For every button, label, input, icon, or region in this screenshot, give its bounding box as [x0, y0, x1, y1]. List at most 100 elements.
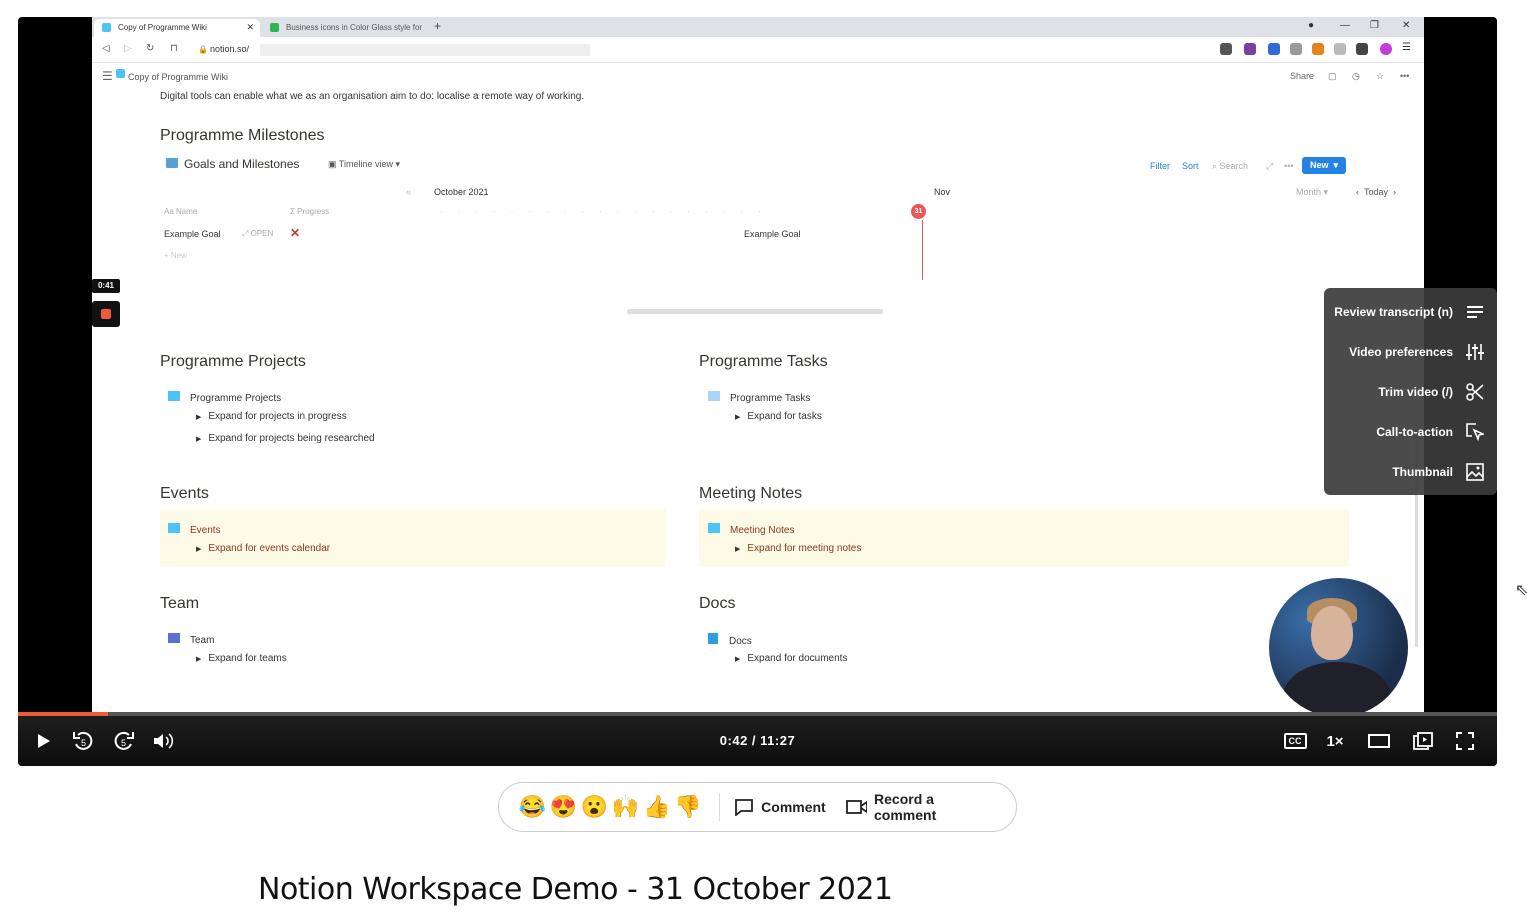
toggle-tasks[interactable]: Expand for tasks: [735, 411, 821, 422]
new-button[interactable]: New ▾: [1302, 157, 1347, 174]
tasks-db-link[interactable]: Programme Tasks: [708, 391, 810, 404]
favorite-icon[interactable]: ☆: [1376, 71, 1384, 82]
docs-db-icon: [708, 633, 718, 644]
reload-icon[interactable]: ↻: [146, 43, 154, 54]
profile-icon[interactable]: ●: [1308, 20, 1314, 31]
recording-timer: 0:41: [92, 279, 120, 293]
toggle-docs[interactable]: Expand for documents: [735, 653, 847, 664]
tab-label: Copy of Programme Wiki: [118, 23, 207, 32]
image-icon: [1465, 462, 1485, 482]
db-title-goals[interactable]: Goals and Milestones: [166, 157, 299, 171]
theater-mode-icon[interactable]: [1366, 730, 1392, 752]
toggle-meetings[interactable]: Expand for meeting notes: [735, 543, 861, 554]
toggle-team[interactable]: Expand for teams: [196, 653, 286, 664]
menu-review-transcript[interactable]: Review transcript (n): [1334, 298, 1485, 326]
row-open-label: OPEN: [250, 229, 274, 238]
events-db-label: Events: [190, 525, 221, 536]
stop-recording-button[interactable]: [92, 301, 120, 327]
toggle-projects-researched[interactable]: Expand for projects being researched: [196, 433, 374, 444]
extension-metamask-icon[interactable]: [1312, 43, 1324, 55]
notion-favicon-icon: [102, 23, 111, 32]
share-button[interactable]: Share: [1290, 71, 1314, 81]
record-comment-button[interactable]: Record a comment: [845, 791, 996, 823]
speed-button[interactable]: 1×: [1322, 730, 1348, 752]
user-avatar-icon[interactable]: [1380, 43, 1392, 55]
comments-icon[interactable]: ▢: [1328, 71, 1337, 82]
docs-db-link[interactable]: Docs: [708, 633, 752, 647]
new-tab-button[interactable]: +: [434, 19, 441, 33]
more-icon[interactable]: •••: [1400, 71, 1409, 81]
fullscreen-icon[interactable]: [1452, 730, 1478, 752]
notion-page-title[interactable]: Copy of Programme Wiki: [128, 72, 228, 82]
menu-thumbnail[interactable]: Thumbnail: [1392, 458, 1485, 486]
reaction-thumbs-up[interactable]: 👍: [641, 794, 672, 820]
timeline-scrollbar[interactable]: [627, 309, 883, 314]
bookmark-icon[interactable]: ⊓: [170, 43, 178, 54]
close-tab-icon[interactable]: ✕: [246, 22, 254, 33]
extension-calendar-icon[interactable]: [1244, 43, 1256, 55]
next-month-label: Nov: [934, 187, 951, 197]
toggle-events[interactable]: Expand for events calendar: [196, 543, 330, 554]
menu-call-to-action[interactable]: Call-to-action: [1376, 418, 1485, 446]
close-window-icon[interactable]: ✕: [1402, 20, 1410, 31]
browser-tab-inactive[interactable]: Business icons in Color Glass style for: [262, 19, 426, 37]
today-button[interactable]: ‹ Today ›: [1356, 187, 1396, 197]
events-db-link[interactable]: Events: [168, 523, 221, 536]
filter-button[interactable]: Filter: [1150, 161, 1170, 171]
search-button[interactable]: ⌕ Search: [1212, 161, 1248, 172]
menu-label: Call-to-action: [1376, 425, 1453, 439]
timeline-bar-label[interactable]: Example Goal: [744, 229, 801, 239]
extension-translate-icon[interactable]: [1268, 43, 1280, 55]
meetings-db-icon: [708, 523, 720, 533]
browser-tab-active[interactable]: Copy of Programme Wiki ✕: [94, 19, 260, 37]
menu-label: Review transcript (n): [1334, 305, 1453, 319]
row-example-goal[interactable]: Example Goal: [164, 229, 221, 239]
reaction-raised-hands[interactable]: 🙌: [610, 794, 641, 820]
month-select-label: Month: [1296, 187, 1322, 197]
comment-button[interactable]: Comment: [734, 798, 826, 816]
url-text[interactable]: notion.so/: [210, 44, 249, 54]
new-row-button[interactable]: + New: [164, 251, 187, 260]
expand-icon[interactable]: ⤢: [1266, 161, 1273, 172]
projects-db-link[interactable]: Programme Projects: [168, 391, 281, 404]
extension-camera-icon[interactable]: [1290, 43, 1302, 55]
tasks-db-label: Programme Tasks: [730, 393, 811, 404]
history-icon[interactable]: ◷: [1352, 71, 1360, 82]
meetings-callout: [699, 509, 1349, 567]
menu-label: Video preferences: [1349, 345, 1453, 359]
back-icon[interactable]: ◁: [102, 43, 110, 54]
row-open-button[interactable]: ⤢ OPEN: [242, 229, 273, 239]
brave-shield-icon[interactable]: [1220, 43, 1232, 55]
sort-button[interactable]: Sort: [1182, 161, 1199, 171]
forward-icon[interactable]: ▷: [124, 43, 132, 54]
reaction-wow[interactable]: 😮: [579, 794, 610, 820]
menu-label: Thumbnail: [1392, 465, 1453, 479]
meetings-db-link[interactable]: Meeting Notes: [708, 523, 794, 536]
timeline-view-select[interactable]: ▣ Timeline view ▾: [328, 159, 400, 170]
sidebar-menu-icon[interactable]: ☰: [102, 69, 113, 83]
minimize-icon[interactable]: —: [1340, 20, 1350, 31]
captions-button[interactable]: CC: [1282, 730, 1308, 752]
menu-video-preferences[interactable]: Video preferences: [1349, 338, 1485, 366]
extensions-puzzle-icon[interactable]: [1356, 43, 1368, 55]
toggle-projects-progress[interactable]: Expand for projects in progress: [196, 411, 346, 422]
page-icon: [116, 69, 125, 78]
today-line: [922, 220, 923, 280]
video-player[interactable]: Copy of Programme Wiki ✕ Business icons …: [18, 17, 1497, 766]
restore-icon[interactable]: ❐: [1370, 20, 1379, 31]
extension-generic-icon[interactable]: [1334, 43, 1346, 55]
browser-menu-icon[interactable]: ☰: [1402, 42, 1414, 54]
picture-in-picture-icon[interactable]: [1410, 730, 1436, 752]
webcam-bubble[interactable]: [1269, 578, 1408, 717]
db-more-icon[interactable]: •••: [1284, 161, 1293, 171]
reaction-heart-eyes[interactable]: 😍: [548, 794, 579, 820]
intro-text: Digital tools can enable what we as an o…: [160, 91, 585, 102]
menu-trim-video[interactable]: Trim video (/): [1378, 378, 1485, 406]
timeline-scroll-left[interactable]: «: [406, 187, 411, 197]
month-select[interactable]: Month ▾: [1296, 187, 1328, 198]
team-db-link[interactable]: Team: [168, 633, 214, 646]
reaction-laugh[interactable]: 😂: [517, 794, 548, 820]
reactions-divider: [719, 793, 721, 821]
projects-db-icon: [168, 391, 180, 401]
reaction-thumbs-down[interactable]: 👎: [672, 794, 703, 820]
